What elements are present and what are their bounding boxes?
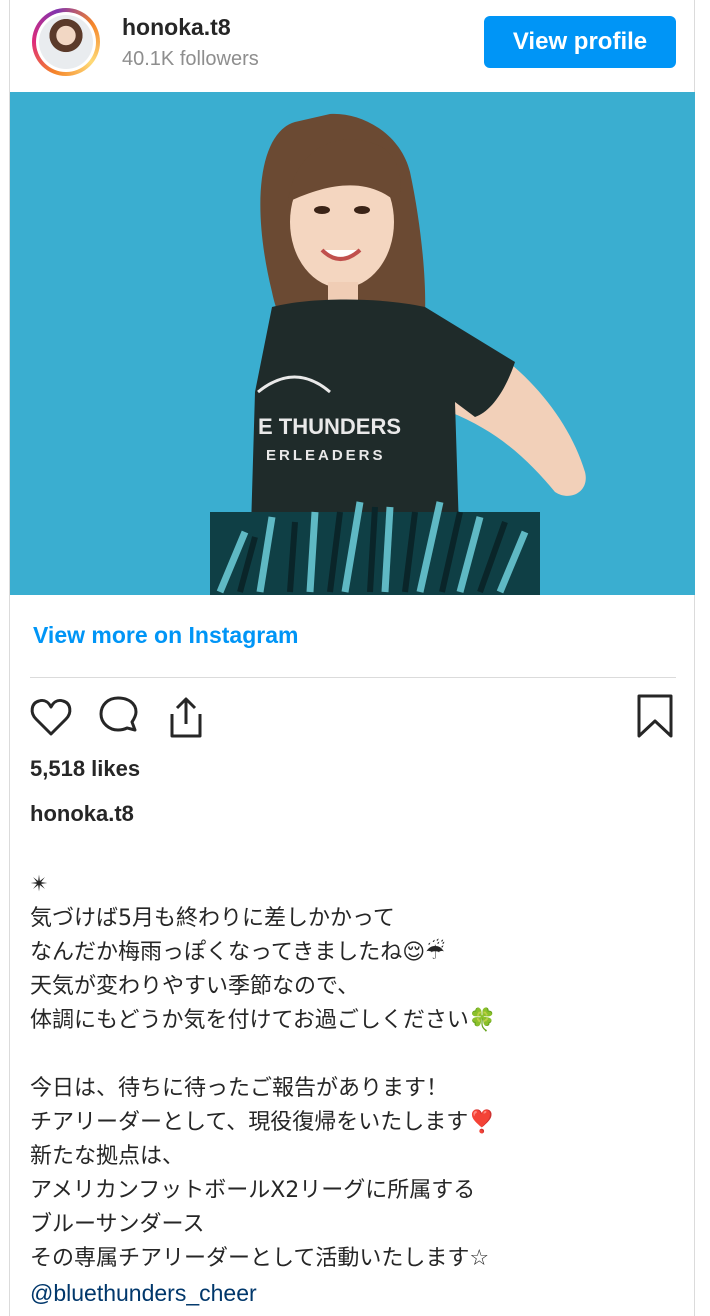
svg-text:ERLEADERS: ERLEADERS xyxy=(266,447,386,464)
bookmark-icon[interactable] xyxy=(632,694,678,740)
follower-count: 40.1K followers xyxy=(122,48,259,70)
caption-text: ✴ 気づけば5月も終わりに差しかかって なんだか梅雨っぽくなってきましたね😌☔ … xyxy=(30,868,670,1310)
post-photo[interactable]: E THUNDERS ERLEADERS xyxy=(10,92,695,595)
caption-line: チアリーダーとして、現役復帰をいたします❣️ xyxy=(30,1110,496,1135)
divider xyxy=(30,677,676,678)
photo-illustration: E THUNDERS ERLEADERS xyxy=(10,92,695,595)
like-count[interactable]: 5,518 likes xyxy=(30,756,140,782)
svg-text:E THUNDERS: E THUNDERS xyxy=(258,414,401,439)
view-more-on-instagram-link[interactable]: View more on Instagram xyxy=(33,622,298,649)
caption-line: 気づけば5月も終わりに差しかかって xyxy=(30,906,395,931)
caption-line: ブルーサンダース xyxy=(30,1212,205,1237)
heart-icon[interactable] xyxy=(28,694,74,740)
avatar-image xyxy=(39,15,93,69)
share-icon[interactable] xyxy=(162,694,208,740)
caption-line: 天気が変わりやすい季節なので、 xyxy=(30,974,360,999)
comment-icon[interactable] xyxy=(96,694,142,740)
caption-line: 体調にもどうか気を付けてお過ごしください🍀 xyxy=(30,1008,497,1033)
instagram-embed-card: honoka.t8 40.1K followers View profile E… xyxy=(9,0,695,1316)
caption-line: その専属チアリーダーとして活動いたします☆ xyxy=(30,1246,490,1271)
view-profile-button[interactable]: View profile xyxy=(484,16,676,68)
caption-line: 今日は、待ちに待ったご報告があります！ xyxy=(30,1076,449,1101)
caption-line: ✴ xyxy=(30,872,49,897)
mention-link[interactable]: @bluethunders_cheer xyxy=(30,1276,670,1310)
caption-line: なんだか梅雨っぽくなってきましたね😌☔ xyxy=(30,940,445,965)
avatar[interactable] xyxy=(32,8,100,76)
caption-line: 新たな拠点は、 xyxy=(30,1144,185,1169)
caption-username[interactable]: honoka.t8 xyxy=(30,801,134,827)
post-header: honoka.t8 40.1K followers View profile xyxy=(10,0,694,92)
profile-username[interactable]: honoka.t8 xyxy=(122,14,231,41)
caption-line: アメリカンフットボールX2リーグに所属する xyxy=(30,1178,476,1203)
